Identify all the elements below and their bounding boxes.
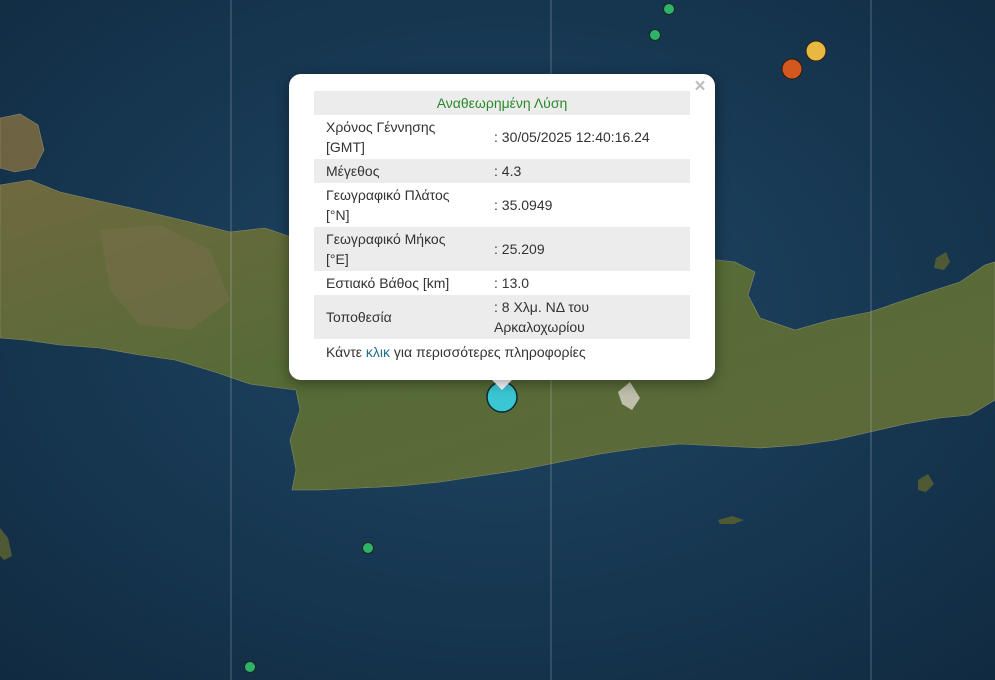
- origin-time-label: Χρόνος Γέννησης [GMT]: [326, 119, 436, 155]
- table-row: Εστιακό Βάθος [km] : 13.0: [314, 271, 690, 295]
- latitude-label: Γεωγραφικό Πλάτος [°N]: [326, 187, 450, 223]
- more-info-suffix: για περισσότερες πληροφορίες: [390, 344, 586, 360]
- earthquake-marker-green[interactable]: [244, 661, 256, 673]
- table-row: Γεωγραφικό Μήκος [°E] : 25.209: [314, 227, 690, 271]
- more-info-link[interactable]: κλικ: [366, 344, 390, 360]
- longitude-value: : 25.209: [484, 227, 690, 271]
- earthquake-marker-green[interactable]: [362, 542, 374, 554]
- magnitude-label: Μέγεθος: [314, 159, 484, 183]
- close-icon[interactable]: ×: [691, 77, 709, 96]
- origin-time-value: : 30/05/2025 12:40:16.24: [494, 129, 650, 145]
- solution-status: Αναθεωρημένη Λύση: [314, 91, 690, 115]
- earthquake-marker-green[interactable]: [663, 3, 675, 15]
- longitude-label: Γεωγραφικό Μήκος [°E]: [314, 227, 484, 271]
- table-row: Τοποθεσία : 8 Χλμ. ΝΔ του Αρκαλοχωρίου: [314, 295, 690, 339]
- earthquake-marker-green[interactable]: [649, 29, 661, 41]
- footer-row: Κάντε κλικ για περισσότερες πληροφορίες: [314, 339, 690, 364]
- table-row: Χρόνος Γέννησης [GMT] : 30/05/2025 12:40…: [314, 115, 690, 159]
- popup-tip: [491, 379, 513, 390]
- depth-label: Εστιακό Βάθος [km]: [326, 275, 450, 291]
- earthquake-marker-yellow[interactable]: [805, 40, 827, 62]
- latitude-value: : 35.0949: [494, 197, 553, 213]
- magnitude-value: : 4.3: [484, 159, 690, 183]
- location-value: : 8 Χλμ. ΝΔ του Αρκαλοχωρίου: [484, 295, 690, 339]
- depth-value: : 13.0: [494, 275, 530, 291]
- more-info-prefix: Κάντε: [326, 344, 366, 360]
- earthquake-info-table: Αναθεωρημένη Λύση Χρόνος Γέννησης [GMT] …: [314, 91, 690, 364]
- location-label: Τοποθεσία: [314, 295, 484, 339]
- earthquake-marker-orange[interactable]: [781, 58, 803, 80]
- more-info-text: Κάντε κλικ για περισσότερες πληροφορίες: [314, 339, 690, 364]
- table-row: Μέγεθος : 4.3: [314, 159, 690, 183]
- earthquake-info-popup: × Αναθεωρημένη Λύση Χρόνος Γέννησης [GMT…: [289, 74, 715, 380]
- table-header-row: Αναθεωρημένη Λύση: [314, 91, 690, 115]
- table-row: Γεωγραφικό Πλάτος [°N] : 35.0949: [314, 183, 690, 227]
